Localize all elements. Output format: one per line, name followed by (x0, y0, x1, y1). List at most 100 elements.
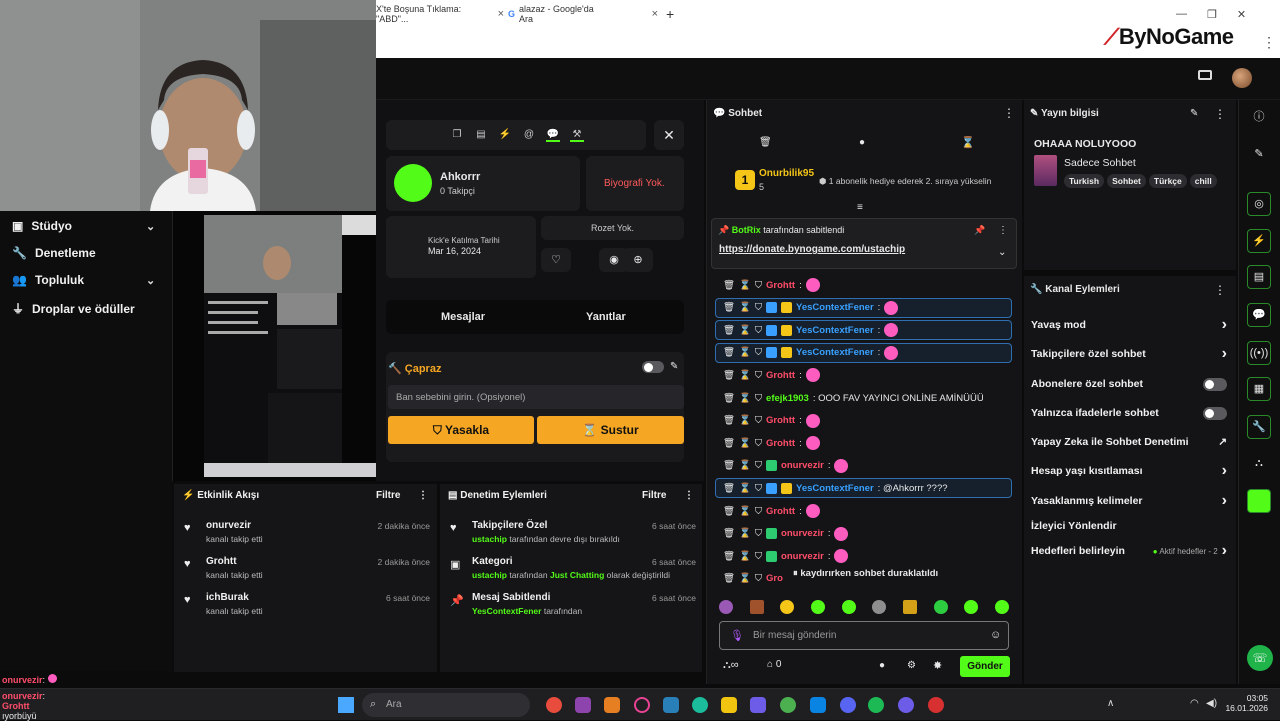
taskbar-search[interactable]: ⌕ Ara (362, 693, 530, 717)
tab-replies[interactable]: Yanıtlar (586, 311, 626, 323)
info-icon[interactable]: ⓘ (1247, 106, 1271, 130)
chat-username[interactable]: Grohtt (766, 280, 795, 291)
support-icon[interactable]: ☏ (1247, 645, 1273, 671)
document-icon[interactable]: ▤ (1247, 265, 1271, 289)
chat-message[interactable]: 🗑 ⌛ ⛉ onurvezir: (723, 457, 849, 475)
emote-icon[interactable] (964, 600, 979, 614)
infinity-icon[interactable]: ⛬∞ (723, 659, 739, 672)
chrome-icon[interactable] (780, 697, 796, 713)
mention-icon[interactable]: @ (522, 128, 536, 142)
tab-messages[interactable]: Mesajlar (441, 311, 485, 323)
hourglass-icon[interactable]: ⌛ (739, 370, 751, 381)
channel-action-item[interactable]: Yalnızca ifadelerle sohbet (1031, 404, 1227, 422)
hourglass-icon[interactable]: ⌛ (739, 415, 751, 426)
emote-icon[interactable] (841, 600, 856, 614)
windows-start-icon[interactable] (338, 697, 354, 713)
emote-icon[interactable] (933, 600, 948, 614)
sidebar-item-moderation[interactable]: 🔧 Denetleme (12, 246, 96, 260)
channel-action-item[interactable]: Yapay Zeka ile Sohbet Denetimi ↗ (1031, 433, 1227, 451)
layout-icon[interactable]: ▦ (1247, 377, 1271, 401)
kebab-icon[interactable]: ⋮ (998, 225, 1008, 236)
trash-icon[interactable]: 🗑 (723, 483, 735, 494)
copy-icon[interactable]: ❐ (450, 128, 464, 142)
chat-message[interactable]: 🗑 ⌛ ⛉ YesContextFener: @Ahkorrr ???? (723, 479, 948, 497)
chat-message[interactable]: 🗑 ⌛ ⛉ onurvezir: (723, 547, 849, 565)
hourglass-icon[interactable]: ⌛ (739, 325, 751, 336)
pin-icon[interactable]: 📌 (974, 225, 985, 236)
hourglass-icon[interactable]: ⌛ (739, 347, 751, 358)
chat-message[interactable]: 🗑 ⌛ ⛉ Grohtt: (723, 412, 820, 430)
sidebar-item-drops[interactable]: ⏚ Droplar ve ödüller (12, 300, 135, 317)
hourglass-icon[interactable]: ⌛ (739, 573, 751, 584)
trash-icon[interactable]: 🗑 (723, 347, 735, 358)
browser-menu-icon[interactable]: ⋮ (1262, 34, 1276, 51)
trash-icon[interactable]: 🗑 (723, 528, 735, 539)
camera-icon[interactable]: ◎ (1247, 192, 1271, 216)
hourglass-icon[interactable]: ⌛ (739, 302, 751, 313)
ban-reason-input[interactable]: Ban sebebini girin. (Opsiyonel) (388, 385, 684, 409)
emote-icon[interactable] (719, 600, 733, 614)
chat-message[interactable]: 🗑 ⌛ ⛉ YesContextFener: (723, 321, 899, 339)
chat-message[interactable]: 🗑 ⌛ ⛉ onurvezir: (723, 525, 849, 543)
trash-icon[interactable]: 🗑 (723, 325, 735, 336)
theater-icon[interactable] (1198, 70, 1212, 80)
kebab-icon[interactable]: ⋮ (1214, 283, 1226, 297)
minimize-icon[interactable]: — (1176, 8, 1187, 20)
hourglass-icon[interactable]: ⌛ (739, 528, 751, 539)
bolt-icon[interactable]: ⚡ (1247, 229, 1271, 253)
chat-username[interactable]: efejk1903 (766, 393, 809, 404)
history-icon[interactable]: ▤ (474, 128, 488, 142)
chat-bubble-icon[interactable]: ● (879, 660, 885, 671)
expand-icon[interactable]: ≡ (857, 202, 863, 213)
users-icon[interactable]: ⛬ (1247, 452, 1271, 476)
emote-icon[interactable] (810, 600, 825, 614)
hourglass-icon[interactable]: ⌛ (739, 280, 751, 291)
new-tab-button[interactable]: + (666, 4, 674, 24)
chat-icon[interactable]: ● (859, 137, 865, 148)
trash-icon[interactable]: 🗑 (723, 506, 735, 517)
sidebar-item-community[interactable]: 👥 Topluluk ⌄ (12, 273, 155, 287)
send-button[interactable]: Gönder (960, 656, 1010, 677)
emote-icon[interactable] (902, 600, 917, 614)
hourglass-icon[interactable]: ⌛ (739, 438, 751, 449)
chat-username[interactable]: onurvezir (781, 551, 824, 562)
chat-username[interactable]: YesContextFener (796, 302, 874, 313)
channel-action-item[interactable]: Abonelere özel sohbet (1031, 375, 1227, 393)
chat-message[interactable]: 🗑 ⌛ ⛉ YesContextFener: (723, 344, 899, 362)
chat-username[interactable]: onurvezir (781, 460, 824, 471)
chat-message[interactable]: 🗑 ⌛ ⛉ Grohtt: (723, 366, 820, 384)
category-name[interactable]: Sadece Sohbet (1064, 157, 1136, 169)
channel-action-item[interactable]: Yavaş mod › (1031, 316, 1227, 334)
trash-icon[interactable]: 🗑 (723, 302, 735, 313)
toggle-switch[interactable] (1203, 377, 1227, 391)
app-icon[interactable] (928, 697, 944, 713)
mute-button[interactable]: ⌛ Sustur (537, 416, 684, 444)
heart-button[interactable]: ♡ (541, 248, 571, 272)
channel-action-item[interactable]: Yasaklanmış kelimeler › (1031, 492, 1227, 510)
kebab-icon[interactable]: ⋮ (684, 490, 694, 501)
chat-username[interactable]: Grohtt (766, 370, 795, 381)
chat-input[interactable]: 🎙 Bir mesaj gönderin ☺ (719, 621, 1009, 650)
folder-icon[interactable] (721, 697, 737, 713)
mic-icon[interactable]: 🎙 (730, 629, 744, 642)
toggle-switch[interactable] (1203, 406, 1227, 420)
chat-message[interactable]: 🗑 ⌛ ⛉ Gro (723, 570, 787, 588)
chat-username[interactable]: Grohtt (766, 506, 795, 517)
ban-toggle[interactable] (642, 361, 664, 373)
bolt-icon[interactable]: ⚡ (498, 128, 512, 142)
app-icon[interactable] (810, 697, 826, 713)
tray-chevron-icon[interactable]: ∧ (1107, 698, 1114, 709)
trash-icon[interactable]: 🗑 (723, 415, 735, 426)
hourglass-icon[interactable]: ⌛ (739, 460, 751, 471)
close-button[interactable]: ✕ (654, 120, 684, 150)
chat-username[interactable]: Grohtt (766, 415, 795, 426)
trash-icon[interactable]: 🗑 (723, 551, 735, 562)
hourglass-icon[interactable]: ⌛ (739, 393, 751, 404)
edit-icon[interactable]: ✎ (1190, 108, 1198, 119)
channel-action-item[interactable]: Hesap yaşı kısıtlaması › (1031, 462, 1227, 480)
channel-action-item[interactable]: Hedefleri belirleyin ● Aktif hedefler - 2… (1031, 542, 1227, 560)
clock[interactable]: 03:05 16.01.2026 (1224, 693, 1268, 713)
emote-icon[interactable] (872, 600, 887, 614)
app-icon[interactable] (575, 697, 591, 713)
hourglass-icon[interactable]: ⌛ (739, 551, 751, 562)
